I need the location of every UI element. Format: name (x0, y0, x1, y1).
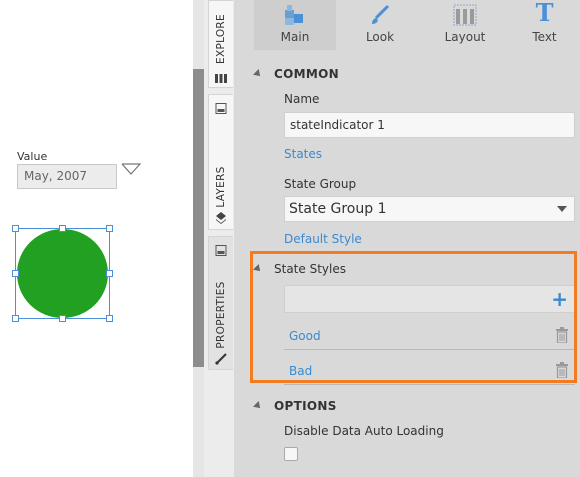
brush-icon (215, 353, 227, 365)
database-icon (215, 74, 227, 83)
tab-look[interactable]: Look (339, 0, 421, 50)
tab-look-label: Look (365, 30, 395, 44)
tab-properties[interactable]: PROPERTIES (208, 236, 233, 370)
text-icon: T (535, 0, 554, 27)
properties-toolbar: Main Look Layout T Text (234, 0, 580, 52)
tab-layout[interactable]: Layout (424, 0, 506, 50)
name-label: Name (284, 92, 320, 106)
resize-handle[interactable] (12, 315, 19, 322)
resize-handle[interactable] (12, 225, 19, 232)
name-input[interactable]: stateIndicator 1 (284, 112, 575, 138)
tab-layers-label: LAYERS (215, 166, 227, 208)
collapse-caret-icon (253, 400, 263, 411)
disable-auto-loading-checkbox[interactable] (284, 447, 298, 461)
resize-handle[interactable] (59, 225, 66, 232)
common-section-header[interactable]: COMMON (253, 67, 339, 81)
options-section-header[interactable]: OPTIONS (253, 399, 337, 413)
state-group-value: State Group 1 (289, 201, 387, 217)
tab-properties-label: PROPERTIES (215, 281, 227, 349)
panel-icon (215, 245, 227, 256)
puzzle-icon (285, 5, 303, 25)
tab-main[interactable]: Main (254, 0, 336, 50)
highlight-box (250, 251, 577, 383)
common-section-title: COMMON (274, 67, 339, 81)
scrollbar-thumb[interactable] (193, 69, 204, 367)
properties-panel: Main Look Layout T Text COMMON Name stat… (234, 0, 580, 477)
value-field[interactable]: May, 2007 (17, 164, 117, 189)
default-style-link[interactable]: Default Style (284, 232, 362, 246)
tab-layout-label: Layout (444, 30, 486, 44)
chevron-down-icon (557, 206, 567, 212)
value-label: Value (17, 150, 48, 163)
disable-auto-loading-label: Disable Data Auto Loading (284, 424, 444, 438)
chevron-down-icon[interactable] (121, 163, 141, 177)
selection-box (15, 228, 110, 319)
tab-main-label: Main (280, 30, 310, 44)
tab-explore-label: EXPLORE (215, 14, 227, 64)
tab-layers[interactable]: LAYERS (208, 94, 233, 230)
dashboard-canvas: Value May, 2007 (0, 0, 193, 477)
resize-handle[interactable] (106, 270, 113, 277)
collapse-caret-icon (253, 68, 263, 79)
layout-grid-icon (453, 4, 477, 26)
brush-icon (372, 4, 390, 24)
states-link[interactable]: States (284, 147, 322, 161)
tab-text[interactable]: T Text (509, 0, 580, 50)
resize-handle[interactable] (59, 315, 66, 322)
resize-handle[interactable] (106, 225, 113, 232)
options-section-title: OPTIONS (274, 399, 337, 413)
state-group-label: State Group (284, 177, 357, 191)
state-group-select[interactable]: State Group 1 (284, 196, 575, 222)
panel-icon (215, 103, 227, 114)
tab-explore[interactable]: EXPLORE (208, 0, 233, 88)
tab-text-label: Text (532, 30, 557, 44)
resize-handle[interactable] (12, 270, 19, 277)
resize-handle[interactable] (106, 315, 113, 322)
layers-icon (216, 212, 226, 224)
